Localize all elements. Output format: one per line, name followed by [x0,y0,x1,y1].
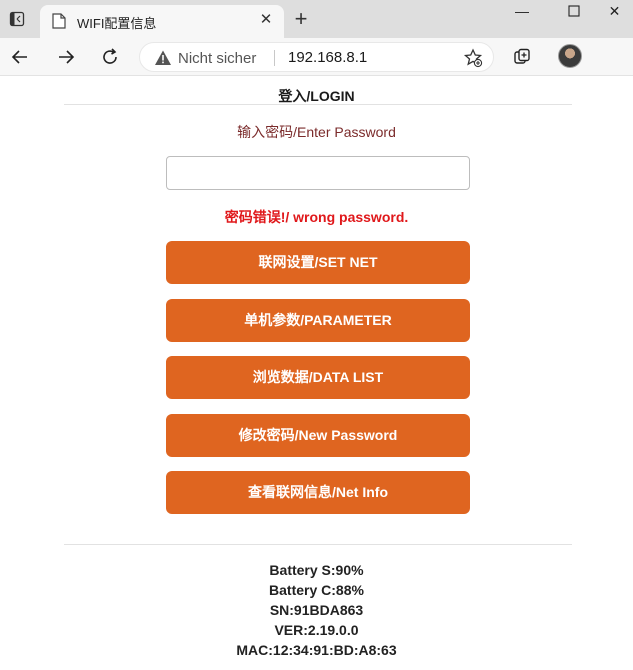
page-icon [52,13,66,29]
address-bar[interactable]: Nicht sicher 192.168.8.1 [139,42,494,72]
net-info-button[interactable]: 查看联网信息/Net Info [166,471,470,514]
profile-avatar[interactable] [558,44,582,68]
tab-strip: WIFI配置信息 ✕ + — ✕ [0,0,633,38]
refresh-icon[interactable] [97,44,123,70]
navigation-bar: Nicht sicher 192.168.8.1 [0,38,633,76]
back-icon[interactable] [7,44,33,70]
tab-close-icon[interactable]: ✕ [258,12,274,28]
tab-title: WIFI配置信息 [77,16,157,31]
url-text[interactable]: 192.168.8.1 [288,49,367,66]
close-window-icon[interactable]: ✕ [596,0,633,22]
password-label: 输入密码/Enter Password [237,124,396,140]
warning-icon[interactable] [154,49,172,67]
browser-tab[interactable]: WIFI配置信息 ✕ [40,5,284,38]
divider-top [64,104,572,105]
new-tab-icon[interactable]: + [290,8,312,31]
security-status[interactable]: Nicht sicher [178,50,256,67]
minimize-icon[interactable]: — [499,0,545,22]
parameter-button[interactable]: 单机参数/PARAMETER [166,299,470,342]
battery-s-text: Battery S:90% [269,562,364,578]
page-title: 登入/LOGIN [278,88,355,104]
collections-icon[interactable] [509,44,535,70]
tab-actions-icon[interactable] [6,9,28,29]
password-input[interactable] [166,156,470,190]
set-net-button[interactable]: 联网设置/SET NET [166,241,470,284]
serial-number-text: SN:91BDA863 [269,602,364,618]
new-password-button[interactable]: 修改密码/New Password [166,414,470,457]
mac-address-text: MAC:12:34:91:BD:A8:63 [236,642,397,658]
forward-icon[interactable] [53,44,79,70]
add-favorite-icon[interactable] [463,48,483,68]
address-separator [274,50,275,66]
data-list-button[interactable]: 浏览数据/DATA LIST [166,356,470,399]
divider-bottom [64,544,572,545]
battery-c-text: Battery C:88% [269,582,364,598]
error-message: 密码错误!/ wrong password. [224,209,409,225]
page-content: 登入/LOGIN 输入密码/Enter Password 密码错误!/ wron… [0,77,633,670]
maximize-icon[interactable] [551,0,597,22]
version-text: VER:2.19.0.0 [274,622,359,638]
